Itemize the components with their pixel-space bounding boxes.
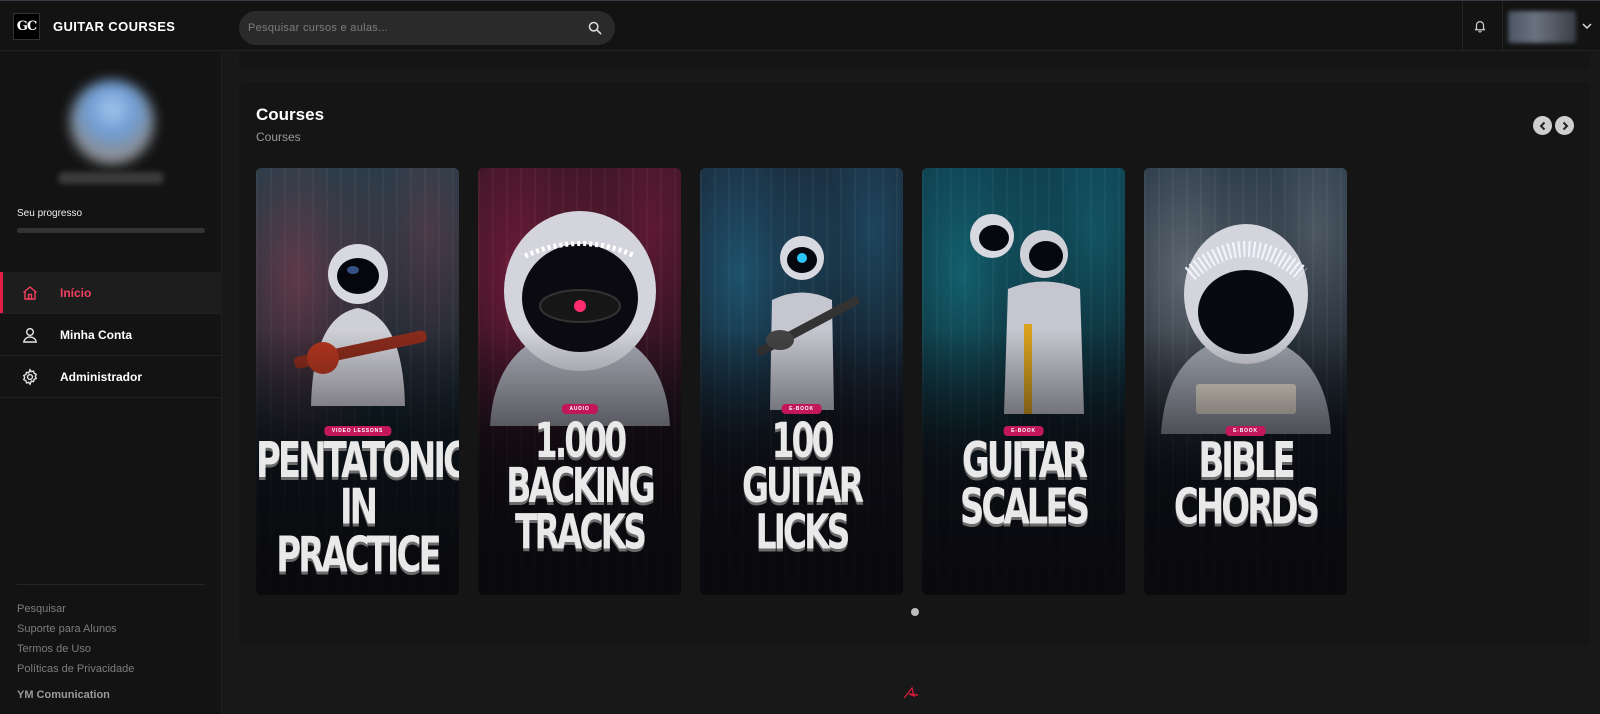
course-title: PENTATONIC IN PRACTICE: [256, 432, 459, 584]
sidebar: Seu progresso Início Minha Conta Adminis…: [0, 52, 222, 714]
profile-avatar: [70, 80, 154, 164]
sidebar-item-label: Administrador: [60, 370, 143, 384]
user-avatar[interactable]: [1508, 11, 1576, 43]
top-bar: GC GUITAR COURSES: [0, 0, 1600, 51]
carousel-prev-button[interactable]: [1533, 116, 1552, 135]
home-icon: [23, 286, 37, 300]
section-subtitle: Courses: [256, 130, 301, 144]
sidebar-item-minha-conta[interactable]: Minha Conta: [0, 314, 222, 356]
brand-mark-icon: [903, 686, 919, 699]
link-privacidade[interactable]: Políticas de Privacidade: [17, 663, 134, 683]
carousel-next-button[interactable]: [1555, 116, 1574, 135]
link-termos[interactable]: Termos de Uso: [17, 643, 134, 663]
brand-name[interactable]: GUITAR COURSES: [53, 19, 175, 34]
divider: [17, 584, 205, 585]
footer-links: Pesquisar Suporte para Alunos Termos de …: [17, 603, 134, 683]
chevron-down-icon[interactable]: [1582, 22, 1592, 30]
progress-label: Seu progresso: [17, 208, 83, 219]
sidebar-nav: Início Minha Conta Administrador: [0, 272, 222, 398]
divider: [1502, 1, 1503, 51]
search-icon[interactable]: [588, 21, 602, 35]
bell-icon[interactable]: [1473, 19, 1487, 33]
brand-logo[interactable]: GC: [13, 13, 40, 40]
profile-name-blurred: [58, 172, 164, 184]
course-title: GUITAR SCALES: [959, 432, 1090, 538]
course-title: 100 GUITAR LICKS: [741, 412, 864, 560]
section-title: Courses: [256, 105, 325, 124]
progress-bar: [17, 228, 205, 233]
course-card[interactable]: E-BOOK BIBLE CHORDS: [1144, 168, 1347, 595]
link-pesquisar[interactable]: Pesquisar: [17, 603, 134, 623]
sidebar-item-label: Início: [60, 286, 92, 300]
previous-section: [239, 52, 1590, 68]
course-card[interactable]: VIDEO LESSONS PENTATONIC IN PRACTICE: [256, 168, 459, 595]
chevron-right-icon: [1562, 121, 1568, 130]
gear-icon: [22, 368, 38, 386]
course-title: 1.000 BACKING TRACKS: [506, 412, 655, 560]
course-card[interactable]: AUDIO 1.000 BACKING TRACKS: [478, 168, 681, 595]
company-name: YM Comunication: [17, 689, 110, 701]
link-suporte[interactable]: Suporte para Alunos: [17, 623, 134, 643]
sidebar-item-label: Minha Conta: [60, 328, 132, 342]
carousel-dot[interactable]: [911, 608, 919, 616]
user-icon: [22, 328, 38, 343]
courses-section: Courses Courses VIDEO LESSONS PENTATONIC…: [239, 82, 1590, 644]
sidebar-item-administrador[interactable]: Administrador: [0, 356, 222, 398]
divider: [1462, 1, 1463, 51]
chevron-left-icon: [1539, 121, 1545, 130]
course-card[interactable]: E-BOOK GUITAR SCALES: [922, 168, 1125, 595]
sidebar-item-inicio[interactable]: Início: [0, 272, 222, 314]
search-input[interactable]: [248, 11, 568, 45]
search-bar: [239, 11, 615, 45]
course-card[interactable]: E-BOOK 100 GUITAR LICKS: [700, 168, 903, 595]
course-title: BIBLE CHORDS: [1173, 432, 1320, 538]
